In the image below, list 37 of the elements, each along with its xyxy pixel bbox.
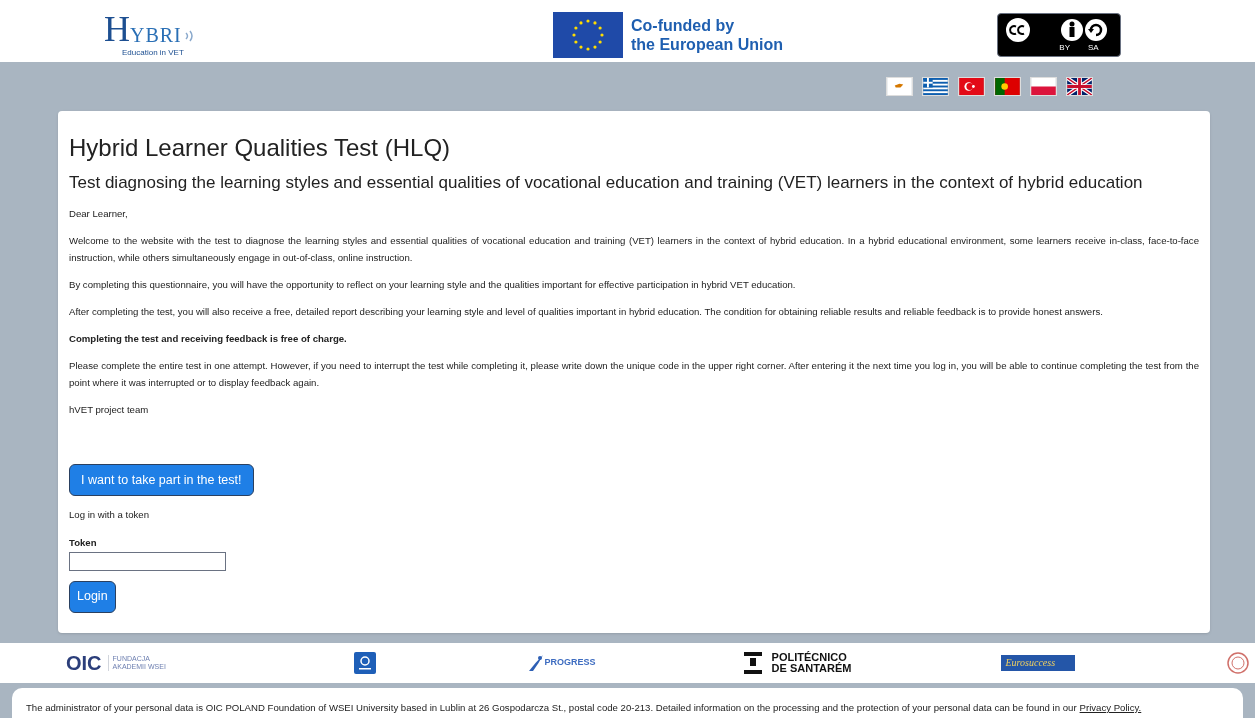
partner-logo-icon xyxy=(353,652,376,674)
paragraph: By completing this questionnaire, you will have the opportunity to reflect on your learning style and the qualities important for effective participation in hybrid VET education. xyxy=(69,278,797,292)
logo-text: YBRI xyxy=(130,25,182,45)
login-button[interactable]: Login xyxy=(69,580,116,613)
token-field[interactable] xyxy=(69,551,226,571)
partner-logo-text: OIC xyxy=(66,653,102,673)
privacy-text: The administrator of your personal data is OIC POLAND Foundation of WSEI University based in Lublin at 26 Gospodarcza St., postal code 20-213. Detailed information on the processing and the protection of your personal data can be found in our xyxy=(26,700,1077,715)
paragraph: Welcome to the website with the test to diagnose the learning styles and essential qualities of vocational education and training (VET) learners in the context of hybrid education. In a hybrid educational environment, some learners receive in-class, face-to-face instruction, while others simultaneously engage in out-of-class, online instruction. xyxy=(69,234,1199,265)
logo-text: the European Union xyxy=(631,35,783,54)
partner-logo-text: POLITÉCNICO xyxy=(771,652,847,663)
flag-icon[interactable] xyxy=(1066,77,1093,96)
take-test-button[interactable]: I want to take part in the test! xyxy=(69,464,254,496)
person-icon xyxy=(1061,19,1083,41)
partner-logo-text: PROGRESS xyxy=(544,656,596,670)
token-label: Token xyxy=(69,536,98,551)
partner-logo-icon xyxy=(743,652,762,674)
partner-logo-icon xyxy=(526,653,545,673)
logo-text: Co-funded by xyxy=(631,16,736,35)
partner-logo-text: DE SANTARÉM xyxy=(771,663,852,674)
cc-icon xyxy=(1004,16,1032,44)
logo-tagline: Education in VET xyxy=(122,47,184,59)
eu-flag-icon xyxy=(553,12,623,58)
paragraph: Dear Learner, xyxy=(69,207,129,221)
partner-logo: Eurosuccess xyxy=(1001,655,1076,671)
license-label: SA xyxy=(1088,44,1099,52)
login-hint: Log in with a token xyxy=(69,508,150,522)
paragraph: Please complete the entire test in one attempt. However, if you need to interrupt the test while completing it, please write down the unique code in the upper right corner. After entering it the next time you log in, you will be able to continue completing the test from the point where it was interrupted or to display feedback again. xyxy=(69,359,1199,390)
paragraph: Completing the test and receiving feedback is free of charge. xyxy=(69,332,348,346)
license-label: BY xyxy=(1059,44,1070,52)
paragraph: After completing the test, you will also receive a free, detailed report describing your learning style and level of qualities important in hybrid education. The condition for obtaining reliable results and reliable feedback is to provide honest answers. xyxy=(69,305,1104,319)
paragraph: hVET project team xyxy=(69,403,150,417)
share-alike-icon xyxy=(1085,19,1107,41)
page-subtitle: Test diagnosing the learning styles and essential qualities of vocational education and training (VET) learners in the context of hybrid education xyxy=(69,172,1144,194)
logo-letter: H xyxy=(104,11,130,47)
page-title: Hybrid Learner Qualities Test (HLQ) xyxy=(69,133,452,163)
privacy-policy-link[interactable]: Privacy Policy. xyxy=(1079,700,1142,716)
partner-seal-icon xyxy=(1227,652,1250,674)
